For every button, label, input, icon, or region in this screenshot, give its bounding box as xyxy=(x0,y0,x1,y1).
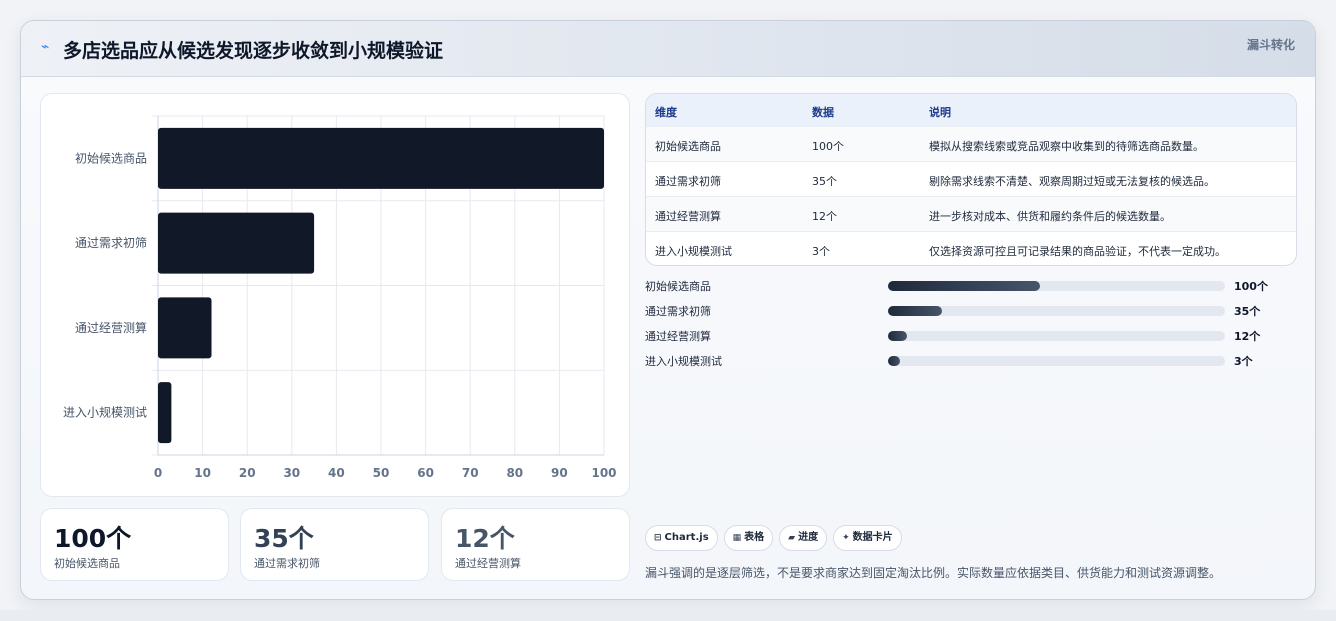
chart-svg: 初始候选商品通过需求初筛通过经营测算进入小规模测试 0 10 20 30 40 50 60 70… xyxy=(63,115,617,480)
chip-label: 进度 xyxy=(798,532,819,543)
table-cell: 剔除需求线索不清楚、观察周期过短或无法复核的候选品。 xyxy=(929,175,1215,188)
kpi-label: 通过经营测算 xyxy=(455,557,521,570)
x-tick-label: 60 xyxy=(417,466,434,480)
table-cell: 通过需求初筛 xyxy=(655,175,721,188)
table-cell: 通过经营测算 xyxy=(655,210,721,223)
x-tick-label: 80 xyxy=(506,466,523,480)
x-tick-label: 0 xyxy=(154,466,162,480)
page-footer-strip xyxy=(0,610,1336,621)
table-cell: 35个 xyxy=(812,175,837,188)
chip-label: 数据卡片 xyxy=(852,532,893,543)
progress-fill xyxy=(888,281,1040,291)
progress-fill xyxy=(888,331,907,341)
progress-fill xyxy=(888,356,900,366)
bar xyxy=(158,127,604,189)
chip-chartjs[interactable]: ⊟ Chart.js xyxy=(645,525,718,551)
bar xyxy=(158,297,212,359)
progress-value: 35个 xyxy=(1234,305,1261,318)
progress-value: 3个 xyxy=(1234,355,1253,368)
progress-track xyxy=(888,356,1225,366)
table-icon: ▦ xyxy=(732,533,742,543)
x-tick-label: 10 xyxy=(194,466,211,480)
progress-label: 通过需求初筛 xyxy=(645,305,711,318)
table-cell: 100个 xyxy=(812,140,844,153)
table-cell: 仅选择资源可控且可记录结果的商品验证，不代表一定成功。 xyxy=(929,245,1226,258)
table-cell: 模拟从搜索线索或竞品观察中收集到的待筛选商品数量。 xyxy=(929,140,1204,153)
x-tick-label: 100 xyxy=(591,466,616,480)
category-label: 通过经营测算 xyxy=(75,320,147,335)
progress-track xyxy=(888,331,1225,341)
chip-progress[interactable]: ▰ 进度 xyxy=(779,525,828,551)
kpi-card: 12个 通过经营测算 xyxy=(441,508,630,581)
progress-row: 进入小规模测试 3个 xyxy=(645,352,1285,368)
progress-row: 通过需求初筛 35个 xyxy=(645,302,1285,318)
card-header: ⌁ 多店选品应从候选发现逐步收敛到小规模验证 漏斗转化 xyxy=(21,21,1315,77)
kpi-label: 通过需求初筛 xyxy=(254,557,320,570)
progress-value: 12个 xyxy=(1234,330,1261,343)
category-label: 通过需求初筛 xyxy=(75,235,147,250)
table-header: 维度 xyxy=(655,106,677,119)
progress-icon: ▰ xyxy=(788,533,796,543)
category-label: 进入小规模测试 xyxy=(63,405,147,420)
table-cell: 进入小规模测试 xyxy=(655,245,732,258)
table-cell: 3个 xyxy=(812,245,830,258)
x-tick-label: 90 xyxy=(551,466,568,480)
bar xyxy=(158,212,315,274)
x-tick-label: 70 xyxy=(462,466,479,480)
bar xyxy=(158,382,172,444)
table-cell: 进一步核对成本、供货和履约条件后的候选数量。 xyxy=(929,210,1171,223)
chip-data-cards[interactable]: ✦ 数据卡片 xyxy=(833,525,902,551)
dashboard-card: ⌁ 多店选品应从候选发现逐步收敛到小规模验证 漏斗转化 初始候选商品 通过需求初筛… xyxy=(20,20,1316,600)
chip-table[interactable]: ▦ 表格 xyxy=(723,525,774,551)
footnote: 漏斗强调的是逐层筛选，不是要求商家达到固定淘汰比例。实际数量应依据类目、供货能力… xyxy=(645,566,1222,580)
x-tick-label: 20 xyxy=(239,466,256,480)
table-header: 说明 xyxy=(929,106,951,119)
progress-row: 初始候选商品 100个 xyxy=(645,277,1285,293)
table-row: 进入小规模测试 3个 仅选择资源可控且可记录结果的商品验证，不代表一定成功。 xyxy=(646,232,1296,265)
x-tick-label: 30 xyxy=(283,466,300,480)
table-cell: 初始候选商品 xyxy=(655,140,721,153)
table-row: 初始候选商品 100个 模拟从搜索线索或竞品观察中收集到的待筛选商品数量。 xyxy=(646,127,1296,162)
funnel-bar-chart: 初始候选商品 通过需求初筛 通过经营测算进入小规模测试 0 10 20 30 40 50 60 70… xyxy=(40,93,630,497)
progress-label: 进入小规模测试 xyxy=(645,355,722,368)
table-header-row: 维度 数据 说明 xyxy=(646,94,1296,127)
progress-label: 通过经营测算 xyxy=(645,330,711,343)
kpi-value: 35个 xyxy=(254,524,314,553)
table-cell: 12个 xyxy=(812,210,837,223)
trend-line-icon: ⌁ xyxy=(41,39,50,55)
x-tick-label: 50 xyxy=(373,466,390,480)
sparkle-icon: ✦ xyxy=(842,533,850,543)
progress-track xyxy=(888,281,1225,291)
chip-group: ⊟ Chart.js ▦ 表格 ▰ 进度 ✦ 数据卡片 xyxy=(645,525,908,551)
kpi-card: 35个 通过需求初筛 xyxy=(240,508,429,581)
kpi-value: 12个 xyxy=(455,524,515,553)
table-row: 通过需求初筛 35个 剔除需求线索不清楚、观察周期过短或无法复核的候选品。 xyxy=(646,162,1296,197)
progress-label: 初始候选商品 xyxy=(645,280,711,293)
category-label: 初始候选商品 xyxy=(75,150,147,165)
chip-label: Chart.js xyxy=(664,532,709,543)
progress-track xyxy=(888,306,1225,316)
table-row: 通过经营测算 12个 进一步核对成本、供货和履约条件后的候选数量。 xyxy=(646,197,1296,232)
chip-label: 表格 xyxy=(744,532,765,543)
data-table: 维度 数据 说明 初始候选商品 100个 模拟从搜索线索或竞品观察中收集到的待筛… xyxy=(645,93,1297,266)
page-title: 多店选品应从候选发现逐步收敛到小规模验证 xyxy=(63,40,444,62)
kpi-card: 100个 初始候选商品 xyxy=(40,508,229,581)
table-header: 数据 xyxy=(812,106,834,119)
x-tick-label: 40 xyxy=(328,466,345,480)
progress-value: 100个 xyxy=(1234,280,1268,293)
chart-icon: ⊟ xyxy=(654,533,662,543)
category-tag: 漏斗转化 xyxy=(1246,38,1295,52)
progress-row: 通过经营测算 12个 xyxy=(645,327,1285,343)
progress-fill xyxy=(888,306,942,316)
kpi-value: 100个 xyxy=(54,524,132,553)
kpi-label: 初始候选商品 xyxy=(54,557,120,570)
